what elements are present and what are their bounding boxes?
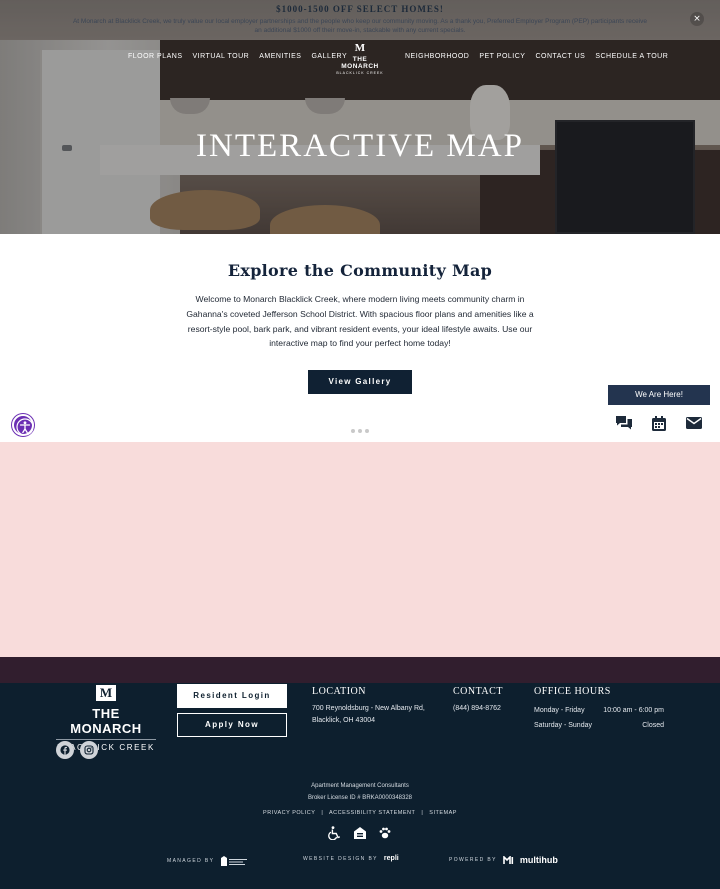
mail-icon[interactable] xyxy=(684,413,704,433)
design-by-label: WEBSITE DESIGN BY xyxy=(303,855,378,862)
address-line-2[interactable]: Blacklick, OH 43004 xyxy=(312,715,442,727)
amc-logo-icon xyxy=(220,855,248,867)
slider-dot[interactable] xyxy=(365,428,369,433)
site-footer: M THE MONARCH BLACKLICK CREEK Resident L… xyxy=(0,683,720,889)
hours-row: Monday - Friday 10:00 am - 6:00 pm xyxy=(534,703,664,718)
managed-by-credit[interactable]: MANAGED BY xyxy=(167,855,248,867)
footer-credits: MANAGED BY WEBSITE DESIGN BY repli POWER… xyxy=(0,855,720,869)
close-icon[interactable]: × xyxy=(690,12,704,26)
equal-housing-icon xyxy=(353,827,366,839)
logo-mark: M xyxy=(354,42,366,54)
section-description: Welcome to Monarch Blacklick Creek, wher… xyxy=(186,294,534,349)
nav-right-group: NEIGHBORHOOD PET POLICY CONTACT US SCHED… xyxy=(405,53,668,60)
management-info: Apartment Management Consultants Broker … xyxy=(0,780,720,804)
promo-banner: $1000-1500 OFF SELECT HOMES! At Monarch … xyxy=(0,0,720,40)
broker-license: Broker License ID # BRKA0000348328 xyxy=(307,795,413,801)
design-credit[interactable]: WEBSITE DESIGN BY repli xyxy=(303,855,399,862)
management-company: Apartment Management Consultants xyxy=(311,783,409,789)
multihub-logo: multihub xyxy=(519,855,558,865)
we-are-here-button[interactable]: We Are Here! xyxy=(608,385,710,405)
promo-title: $1000-1500 OFF SELECT HOMES! xyxy=(276,4,444,14)
site-logo[interactable]: M THE MONARCH BLACKLICK CREEK xyxy=(333,42,387,76)
phone-link[interactable]: (844) 894-8762 xyxy=(453,703,533,715)
nav-link-neighborhood[interactable]: NEIGHBORHOOD xyxy=(405,53,469,60)
apply-now-button[interactable]: Apply Now xyxy=(177,713,287,737)
chat-icon[interactable] xyxy=(614,413,634,433)
page-title: INTERACTIVE MAP xyxy=(196,128,524,164)
accessibility-statement-link[interactable]: ACCESSIBILITY STATEMENT xyxy=(329,810,415,816)
nav-link-schedule-tour[interactable]: SCHEDULE A TOUR xyxy=(595,53,668,60)
powered-by-credit[interactable]: POWERED BY multihub xyxy=(449,855,558,865)
logo-name: THE MONARCH xyxy=(341,56,379,70)
footer-office-hours: OFFICE HOURS Monday - Friday 10:00 am - … xyxy=(534,686,664,733)
slider-pagination[interactable] xyxy=(349,427,371,434)
footer-logo-divider xyxy=(56,739,156,740)
compliance-icons xyxy=(328,826,392,840)
nav-link-contact-us[interactable]: CONTACT US xyxy=(535,53,585,60)
address-line-1[interactable]: 700 Reynoldsburg - New Albany Rd, xyxy=(312,703,442,715)
location-heading: LOCATION xyxy=(312,686,366,697)
facebook-icon[interactable] xyxy=(56,741,74,759)
legal-separator: | xyxy=(421,810,424,816)
footer-contact: CONTACT (844) 894-8762 xyxy=(453,686,533,715)
sitemap-link[interactable]: SITEMAP xyxy=(429,810,457,816)
footer-logo-name: THE MONARCH xyxy=(70,706,142,736)
hours-days: Monday - Friday xyxy=(534,707,585,714)
legal-links: PRIVACY POLICY | ACCESSIBILITY STATEMENT… xyxy=(0,810,720,816)
repli-logo: repli xyxy=(383,855,399,862)
section-heading: Explore the Community Map xyxy=(227,261,493,280)
promo-text: At Monarch at Blacklick Creek, we truly … xyxy=(72,18,648,34)
hours-days: Saturday - Sunday xyxy=(534,722,592,729)
resident-login-button[interactable]: Resident Login xyxy=(177,684,287,708)
nav-left-group: FLOOR PLANS VIRTUAL TOUR AMENITIES GALLE… xyxy=(128,53,347,60)
legal-separator: | xyxy=(321,810,324,816)
hours-time: 10:00 am - 6:00 pm xyxy=(603,707,664,714)
accessibility-icon[interactable] xyxy=(12,414,34,436)
logo-subtitle: BLACKLICK CREEK xyxy=(336,71,384,75)
footer-location: LOCATION 700 Reynoldsburg - New Albany R… xyxy=(312,686,442,727)
main-nav: FLOOR PLANS VIRTUAL TOUR AMENITIES GALLE… xyxy=(0,40,720,76)
slider-dot[interactable] xyxy=(358,428,362,433)
powered-by-label: POWERED BY xyxy=(449,857,497,863)
hours-heading: OFFICE HOURS xyxy=(534,686,611,697)
hours-time: Closed xyxy=(642,722,664,729)
map-footer-strip xyxy=(0,657,720,683)
pet-friendly-icon xyxy=(379,827,391,839)
footer-logo-mark: M xyxy=(96,685,116,701)
calendar-icon[interactable] xyxy=(649,413,669,433)
wheelchair-icon xyxy=(328,826,341,840)
multihub-logo-icon xyxy=(503,855,514,864)
contact-widget xyxy=(614,413,704,433)
view-gallery-button[interactable]: View Gallery xyxy=(308,370,412,394)
privacy-policy-link[interactable]: PRIVACY POLICY xyxy=(263,810,315,816)
social-links xyxy=(56,741,98,759)
slider-dot[interactable] xyxy=(351,428,355,433)
nav-link-virtual-tour[interactable]: VIRTUAL TOUR xyxy=(193,53,250,60)
nav-link-pet-policy[interactable]: PET POLICY xyxy=(479,53,525,60)
contact-heading: CONTACT xyxy=(453,686,503,697)
managed-by-label: MANAGED BY xyxy=(167,858,215,864)
instagram-icon[interactable] xyxy=(80,741,98,759)
hours-row: Saturday - Sunday Closed xyxy=(534,718,664,733)
nav-link-amenities[interactable]: AMENITIES xyxy=(259,53,301,60)
interactive-map[interactable] xyxy=(0,442,720,657)
nav-link-floor-plans[interactable]: FLOOR PLANS xyxy=(128,53,183,60)
